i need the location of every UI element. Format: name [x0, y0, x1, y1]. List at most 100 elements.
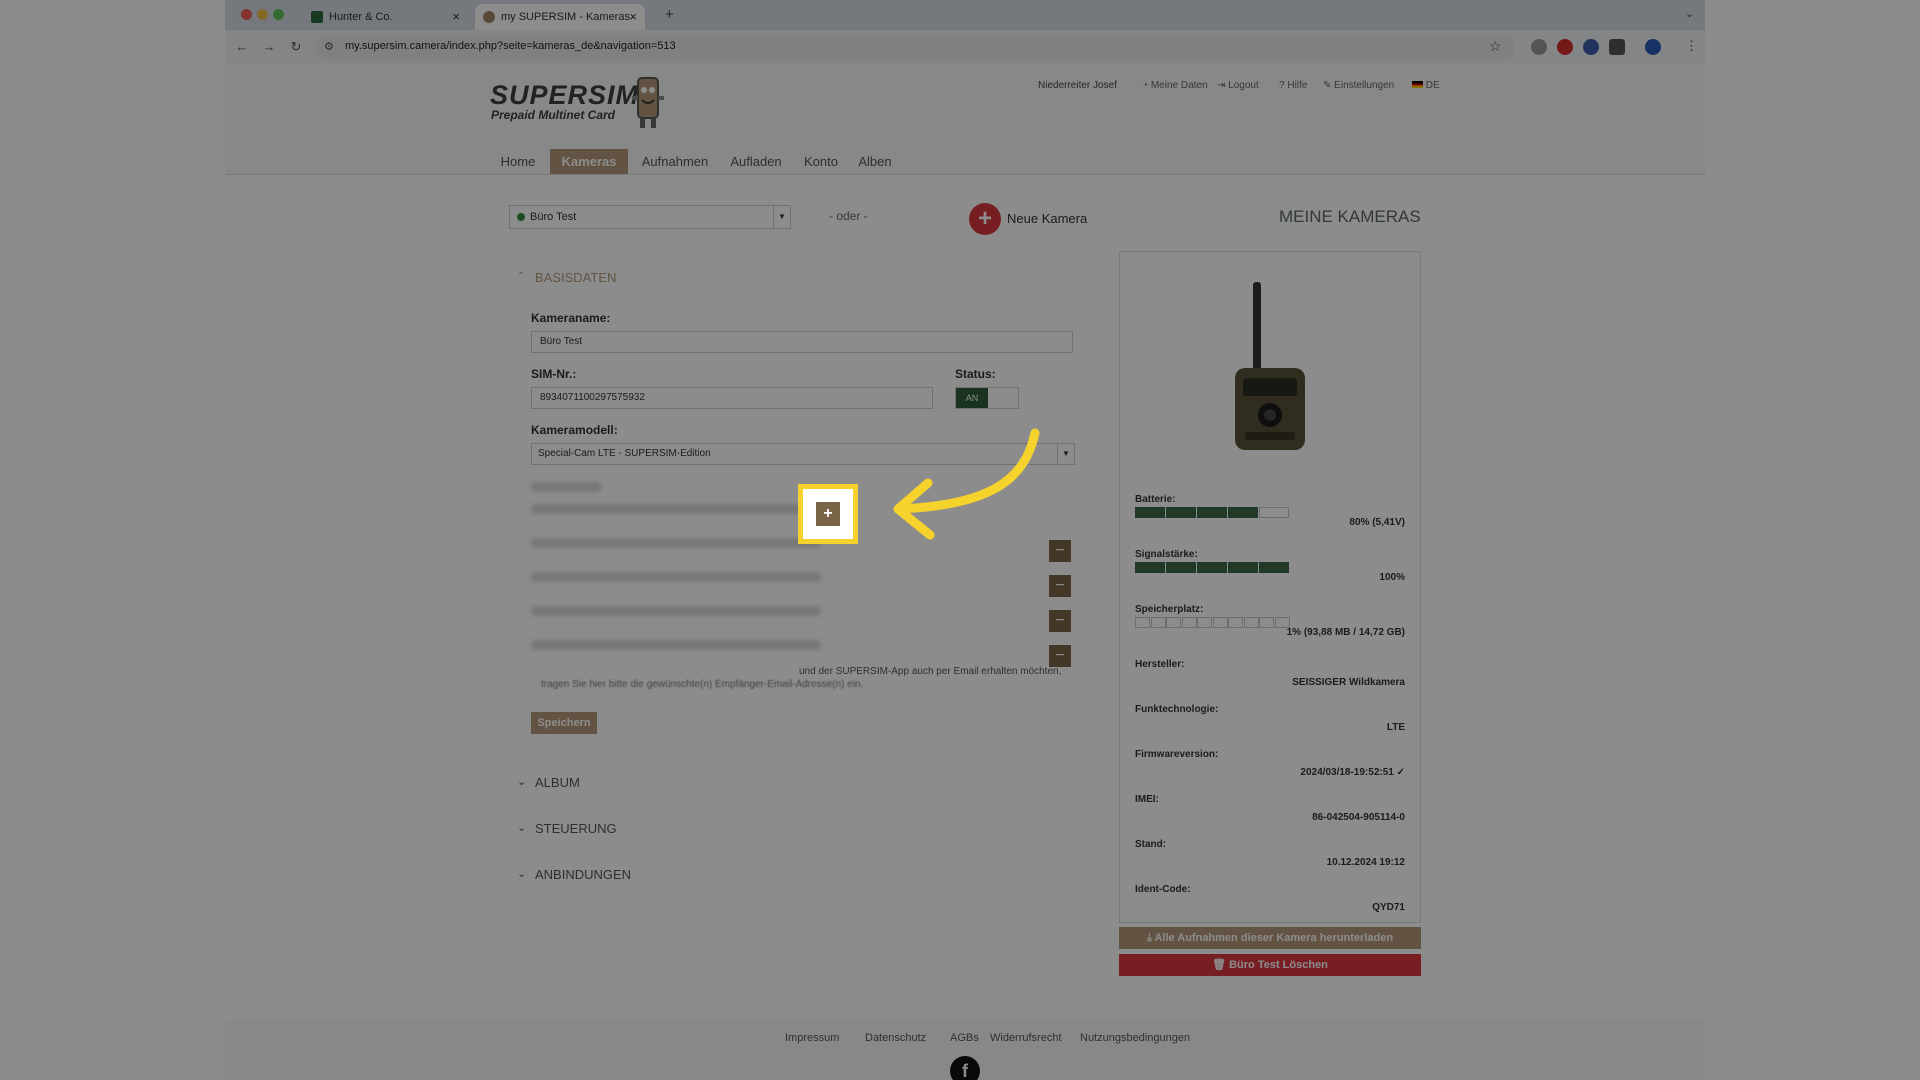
level-segment: [1197, 562, 1227, 573]
close-window-icon[interactable]: [241, 9, 252, 20]
tab-hunter[interactable]: Hunter & Co. ×: [303, 4, 468, 30]
chevron-down-icon[interactable]: ⌄: [517, 867, 526, 880]
footer-datenschutz[interactable]: Datenschutz: [865, 1032, 926, 1044]
manufacturer-label: Hersteller:: [1135, 659, 1185, 670]
profile-icon[interactable]: [1645, 39, 1661, 55]
add-email-button[interactable]: +: [816, 502, 840, 526]
back-icon[interactable]: ←: [233, 38, 251, 56]
settings-link[interactable]: ✎ Einstellungen: [1323, 80, 1394, 91]
remove-email-button[interactable]: −: [1049, 540, 1071, 562]
help-link[interactable]: ? Hilfe: [1279, 80, 1307, 91]
tab-supersim[interactable]: my SUPERSIM - Kameras ×: [475, 4, 645, 30]
link-label: Hilfe: [1287, 80, 1308, 91]
logo-subtitle: Prepaid Multinet Card: [491, 108, 616, 122]
favicon-icon: [483, 11, 495, 23]
section-steuerung[interactable]: STEUERUNG: [535, 821, 617, 836]
remove-email-button[interactable]: −: [1049, 610, 1071, 632]
link-label: DE: [1425, 80, 1440, 91]
menu-home[interactable]: Home: [490, 149, 546, 174]
star-icon[interactable]: ☆: [1489, 38, 1502, 55]
footer-widerrufsrecht[interactable]: Widerrufsrecht: [990, 1032, 1062, 1044]
language-link[interactable]: DE: [1412, 80, 1440, 91]
main-content: Büro Test ▼ - oder - + Neue Kamera MEINE…: [479, 187, 1451, 1010]
chevron-down-icon[interactable]: ▼: [773, 206, 790, 228]
status-toggle[interactable]: AN: [955, 387, 1019, 409]
footer-agbs[interactable]: AGBs: [950, 1032, 979, 1044]
favicon-icon: [311, 11, 323, 23]
mascot-icon: [632, 77, 664, 128]
menu-aufladen[interactable]: Aufladen: [721, 149, 791, 174]
blurred-text: [531, 538, 821, 548]
delete-camera-button[interactable]: 🗑 Büro Test Löschen: [1119, 954, 1421, 976]
puzzle-icon[interactable]: [1609, 39, 1625, 55]
footer: Impressum Datenschutz AGBs Widerrufsrech…: [225, 1020, 1705, 1080]
email-list-blurred: [531, 482, 841, 672]
minimize-window-icon[interactable]: [257, 9, 268, 20]
new-tab-icon[interactable]: +: [665, 6, 674, 23]
chevron-down-icon[interactable]: ⌄: [1685, 7, 1694, 20]
reload-icon[interactable]: ↻: [287, 38, 305, 56]
extension-icon[interactable]: [1531, 39, 1547, 55]
more-icon[interactable]: ⋮: [1685, 38, 1698, 54]
extension-icon[interactable]: [1557, 39, 1573, 55]
level-segment: [1228, 562, 1258, 573]
extension-icon[interactable]: [1583, 39, 1599, 55]
menu-konto[interactable]: Konto: [796, 149, 846, 174]
footer-impressum[interactable]: Impressum: [785, 1032, 839, 1044]
chevron-down-icon[interactable]: ⌄: [517, 775, 526, 788]
sim-label: SIM-Nr.:: [531, 367, 577, 381]
camera-select[interactable]: Büro Test ▼: [509, 205, 791, 229]
plus-circle-icon: +: [969, 203, 1001, 235]
save-button[interactable]: Speichern: [531, 712, 597, 734]
sim-input[interactable]: 8934071100297575932: [531, 387, 933, 409]
logout-link[interactable]: ⇥ Logout: [1217, 80, 1259, 91]
camera-select-value: Büro Test: [530, 211, 577, 223]
storage-label: Speicherplatz:: [1135, 604, 1204, 615]
battery-value: 80% (5,41V): [1349, 517, 1405, 528]
level-segment: [1135, 507, 1165, 518]
stand-label: Stand:: [1135, 839, 1167, 850]
input-value: 8934071100297575932: [540, 392, 645, 403]
facebook-icon[interactable]: f: [950, 1056, 980, 1080]
chevron-down-icon[interactable]: ▼: [1057, 444, 1074, 464]
level-segment: [1228, 617, 1243, 628]
level-segment: [1166, 507, 1196, 518]
forward-icon[interactable]: →: [260, 38, 278, 56]
level-segment: [1166, 562, 1196, 573]
flag-de-icon: [1412, 81, 1423, 88]
close-icon[interactable]: ×: [452, 4, 460, 30]
highlight-box: +: [798, 484, 858, 544]
site-header: SUPERSIM Prepaid Multinet Card Niederrei…: [225, 64, 1705, 175]
remove-email-button[interactable]: −: [1049, 575, 1071, 597]
download-all-button[interactable]: ⤓ Alle Aufnahmen dieser Kamera herunterl…: [1119, 927, 1421, 949]
model-label: Kameramodell:: [531, 423, 618, 437]
ident-label: Ident-Code:: [1135, 884, 1191, 895]
storage-value: 1% (93,88 MB / 14,72 GB): [1286, 627, 1405, 638]
menu-alben[interactable]: Alben: [850, 149, 900, 174]
status-label: Status:: [955, 367, 996, 381]
chevron-up-icon[interactable]: ⌃: [517, 271, 525, 282]
section-basisdaten[interactable]: BASISDATEN: [535, 270, 616, 285]
firmware-label: Firmwareversion:: [1135, 749, 1219, 760]
footer-nutzungsbedingungen[interactable]: Nutzungsbedingungen: [1080, 1032, 1190, 1044]
remove-email-button[interactable]: −: [1049, 645, 1071, 667]
tech-label: Funktechnologie:: [1135, 704, 1219, 715]
chevron-down-icon[interactable]: ⌄: [517, 821, 526, 834]
menu-aufnahmen[interactable]: Aufnahmen: [635, 149, 715, 174]
signal-value: 100%: [1379, 572, 1405, 583]
section-anbindungen[interactable]: ANBINDUNGEN: [535, 867, 631, 882]
address-bar[interactable]: ⚙ my.supersim.camera/index.php?seite=kam…: [315, 35, 1515, 59]
tab-title: Hunter & Co.: [329, 11, 393, 23]
blurred-text: [531, 606, 821, 616]
meine-daten-link[interactable]: ◔ Meine Daten: [1142, 80, 1208, 91]
logo-text[interactable]: SUPERSIM: [490, 80, 639, 111]
maximize-window-icon[interactable]: [273, 9, 284, 20]
section-album[interactable]: ALBUM: [535, 775, 580, 790]
level-segment: [1197, 507, 1227, 518]
menu-kameras[interactable]: Kameras: [550, 149, 628, 174]
site-settings-icon[interactable]: ⚙: [324, 40, 334, 53]
link-label: Logout: [1228, 80, 1259, 91]
firmware-value: 2024/03/18-19:52:51 ✓: [1300, 767, 1405, 778]
camera-name-input[interactable]: Büro Test: [531, 331, 1073, 353]
close-icon[interactable]: ×: [629, 4, 637, 30]
